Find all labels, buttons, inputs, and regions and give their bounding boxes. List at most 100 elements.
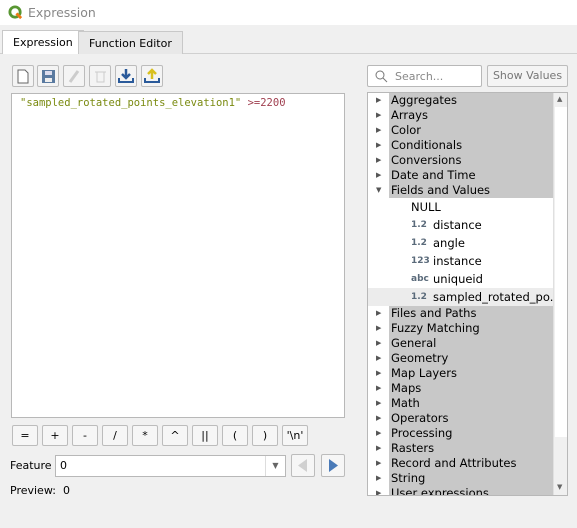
category-label: Map Layers bbox=[389, 366, 553, 381]
operator-button[interactable]: = bbox=[12, 425, 38, 446]
chevron-right-icon[interactable]: ▶ bbox=[376, 426, 381, 441]
tree-item-field[interactable]: 1.2 angle bbox=[368, 234, 567, 252]
save-icon bbox=[41, 69, 55, 83]
chevron-right-icon[interactable]: ▶ bbox=[376, 396, 381, 411]
chevron-right-icon[interactable]: ▶ bbox=[376, 336, 381, 351]
field-type-icon: 1.2 bbox=[411, 220, 427, 230]
scroll-up-icon[interactable]: ▲ bbox=[557, 95, 562, 103]
category-label: Record and Attributes bbox=[389, 456, 553, 471]
chevron-right-icon[interactable]: ▶ bbox=[376, 441, 381, 456]
category-label: Geometry bbox=[389, 351, 553, 366]
tree-category[interactable]: ▶ Date and Time bbox=[368, 168, 567, 183]
expression-editor[interactable]: "sampled_rotated_points_elevation1" >=22… bbox=[11, 93, 345, 418]
delete-button[interactable] bbox=[89, 65, 111, 87]
tree-category[interactable]: ▶ General bbox=[368, 336, 567, 351]
chevron-right-icon[interactable]: ▶ bbox=[376, 153, 381, 168]
chevron-right-icon[interactable]: ▶ bbox=[376, 456, 381, 471]
category-label: Math bbox=[389, 396, 553, 411]
operator-button[interactable]: + bbox=[42, 425, 68, 446]
previous-feature-button[interactable] bbox=[291, 454, 315, 477]
category-label: Conditionals bbox=[389, 138, 553, 153]
operator-button[interactable]: ) bbox=[252, 425, 278, 446]
category-label: Rasters bbox=[389, 441, 553, 456]
chevron-right-icon[interactable]: ▶ bbox=[376, 471, 381, 486]
operator-button[interactable]: * bbox=[132, 425, 158, 446]
chevron-right-icon[interactable]: ▶ bbox=[376, 486, 381, 495]
new-button[interactable] bbox=[12, 65, 34, 87]
tree-category[interactable]: ▶ Files and Paths bbox=[368, 306, 567, 321]
chevron-right-icon[interactable]: ▶ bbox=[376, 93, 381, 108]
tree-category[interactable]: ▶ Arrays bbox=[368, 108, 567, 123]
tree-category[interactable]: ▶ Record and Attributes bbox=[368, 456, 567, 471]
operator-button[interactable]: ^ bbox=[162, 425, 188, 446]
feature-label: Feature bbox=[10, 459, 52, 472]
chevron-right-icon[interactable]: ▶ bbox=[376, 168, 381, 183]
field-type-icon: 1.2 bbox=[411, 292, 427, 302]
qgis-logo-icon bbox=[8, 5, 23, 20]
field-name: angle bbox=[433, 236, 465, 250]
edit-button[interactable] bbox=[63, 65, 85, 87]
chevron-down-icon[interactable]: ▼ bbox=[265, 456, 285, 476]
field-type-icon: 123 bbox=[411, 256, 430, 266]
preview-label: Preview: bbox=[10, 484, 56, 497]
operator-button[interactable]: / bbox=[102, 425, 128, 446]
export-button[interactable] bbox=[141, 65, 163, 87]
search-input[interactable]: Search... bbox=[367, 65, 482, 87]
tree-category[interactable]: ▶ Color bbox=[368, 123, 567, 138]
feature-combobox[interactable]: 0 ▼ bbox=[55, 455, 286, 477]
load-icon bbox=[118, 69, 134, 83]
load-button[interactable] bbox=[115, 65, 137, 87]
scrollbar[interactable]: ▲ ▼ bbox=[553, 93, 567, 495]
tree-category[interactable]: ▶ Map Layers bbox=[368, 366, 567, 381]
category-label: Date and Time bbox=[389, 168, 553, 183]
tree-category[interactable]: ▶ Conditionals bbox=[368, 138, 567, 153]
feature-value: 0 bbox=[60, 459, 67, 472]
chevron-right-icon[interactable]: ▶ bbox=[376, 123, 381, 138]
chevron-right-icon[interactable]: ▶ bbox=[376, 138, 381, 153]
tree-category[interactable]: ▶ Maps bbox=[368, 381, 567, 396]
tree-item-field[interactable]: 123 instance bbox=[368, 252, 567, 270]
show-values-button[interactable]: Show Values bbox=[487, 65, 568, 87]
chevron-right-icon[interactable]: ▶ bbox=[376, 306, 381, 321]
tree-category[interactable]: ▶ Processing bbox=[368, 426, 567, 441]
tree-item-null[interactable]: NULL bbox=[368, 198, 567, 216]
chevron-down-icon[interactable]: ▼ bbox=[376, 183, 381, 198]
operator-button[interactable]: || bbox=[192, 425, 218, 446]
search-placeholder: Search... bbox=[395, 70, 444, 83]
tree-category[interactable]: ▶ Geometry bbox=[368, 351, 567, 366]
chevron-right-icon[interactable]: ▶ bbox=[376, 108, 381, 123]
operator-button[interactable]: - bbox=[72, 425, 98, 446]
item-label: NULL bbox=[411, 200, 441, 214]
next-feature-button[interactable] bbox=[321, 454, 345, 477]
tree-category[interactable]: ▶ String bbox=[368, 471, 567, 486]
category-label: Operators bbox=[389, 411, 553, 426]
save-button[interactable] bbox=[37, 65, 59, 87]
tree-category[interactable]: ▶ Aggregates bbox=[368, 93, 567, 108]
chevron-right-icon[interactable]: ▶ bbox=[376, 321, 381, 336]
tree-item-field[interactable]: 1.2 sampled_rotated_po... bbox=[368, 288, 561, 306]
operator-button[interactable]: '\n' bbox=[282, 425, 308, 446]
tree-item-field[interactable]: 1.2 distance bbox=[368, 216, 567, 234]
chevron-right-icon[interactable]: ▶ bbox=[376, 366, 381, 381]
window-title: Expression bbox=[28, 5, 96, 20]
tab-expression[interactable]: Expression bbox=[2, 30, 84, 54]
chevron-right-icon[interactable]: ▶ bbox=[376, 351, 381, 366]
tree-category[interactable]: ▶ Conversions bbox=[368, 153, 567, 168]
tree-category[interactable]: ▶ User expressions bbox=[368, 486, 567, 495]
operator-button[interactable]: ( bbox=[222, 425, 248, 446]
tree-category[interactable]: ▶ Rasters bbox=[368, 441, 567, 456]
field-name: uniqueid bbox=[433, 272, 483, 286]
tab-function-editor[interactable]: Function Editor bbox=[78, 31, 183, 54]
tree-category[interactable]: ▶ Operators bbox=[368, 411, 567, 426]
scroll-down-icon[interactable]: ▼ bbox=[557, 483, 562, 491]
tree-category[interactable]: ▶ Math bbox=[368, 396, 567, 411]
preview: Preview: 0 bbox=[10, 484, 70, 497]
tree-item-field[interactable]: abc uniqueid bbox=[368, 270, 567, 288]
field-name: instance bbox=[433, 254, 482, 268]
tree-category[interactable]: ▶ Fuzzy Matching bbox=[368, 321, 567, 336]
chevron-right-icon[interactable]: ▶ bbox=[376, 381, 381, 396]
scrollbar-thumb[interactable] bbox=[555, 107, 567, 437]
tree-category[interactable]: ▼ Fields and Values bbox=[368, 183, 567, 198]
category-label: General bbox=[389, 336, 553, 351]
chevron-right-icon[interactable]: ▶ bbox=[376, 411, 381, 426]
